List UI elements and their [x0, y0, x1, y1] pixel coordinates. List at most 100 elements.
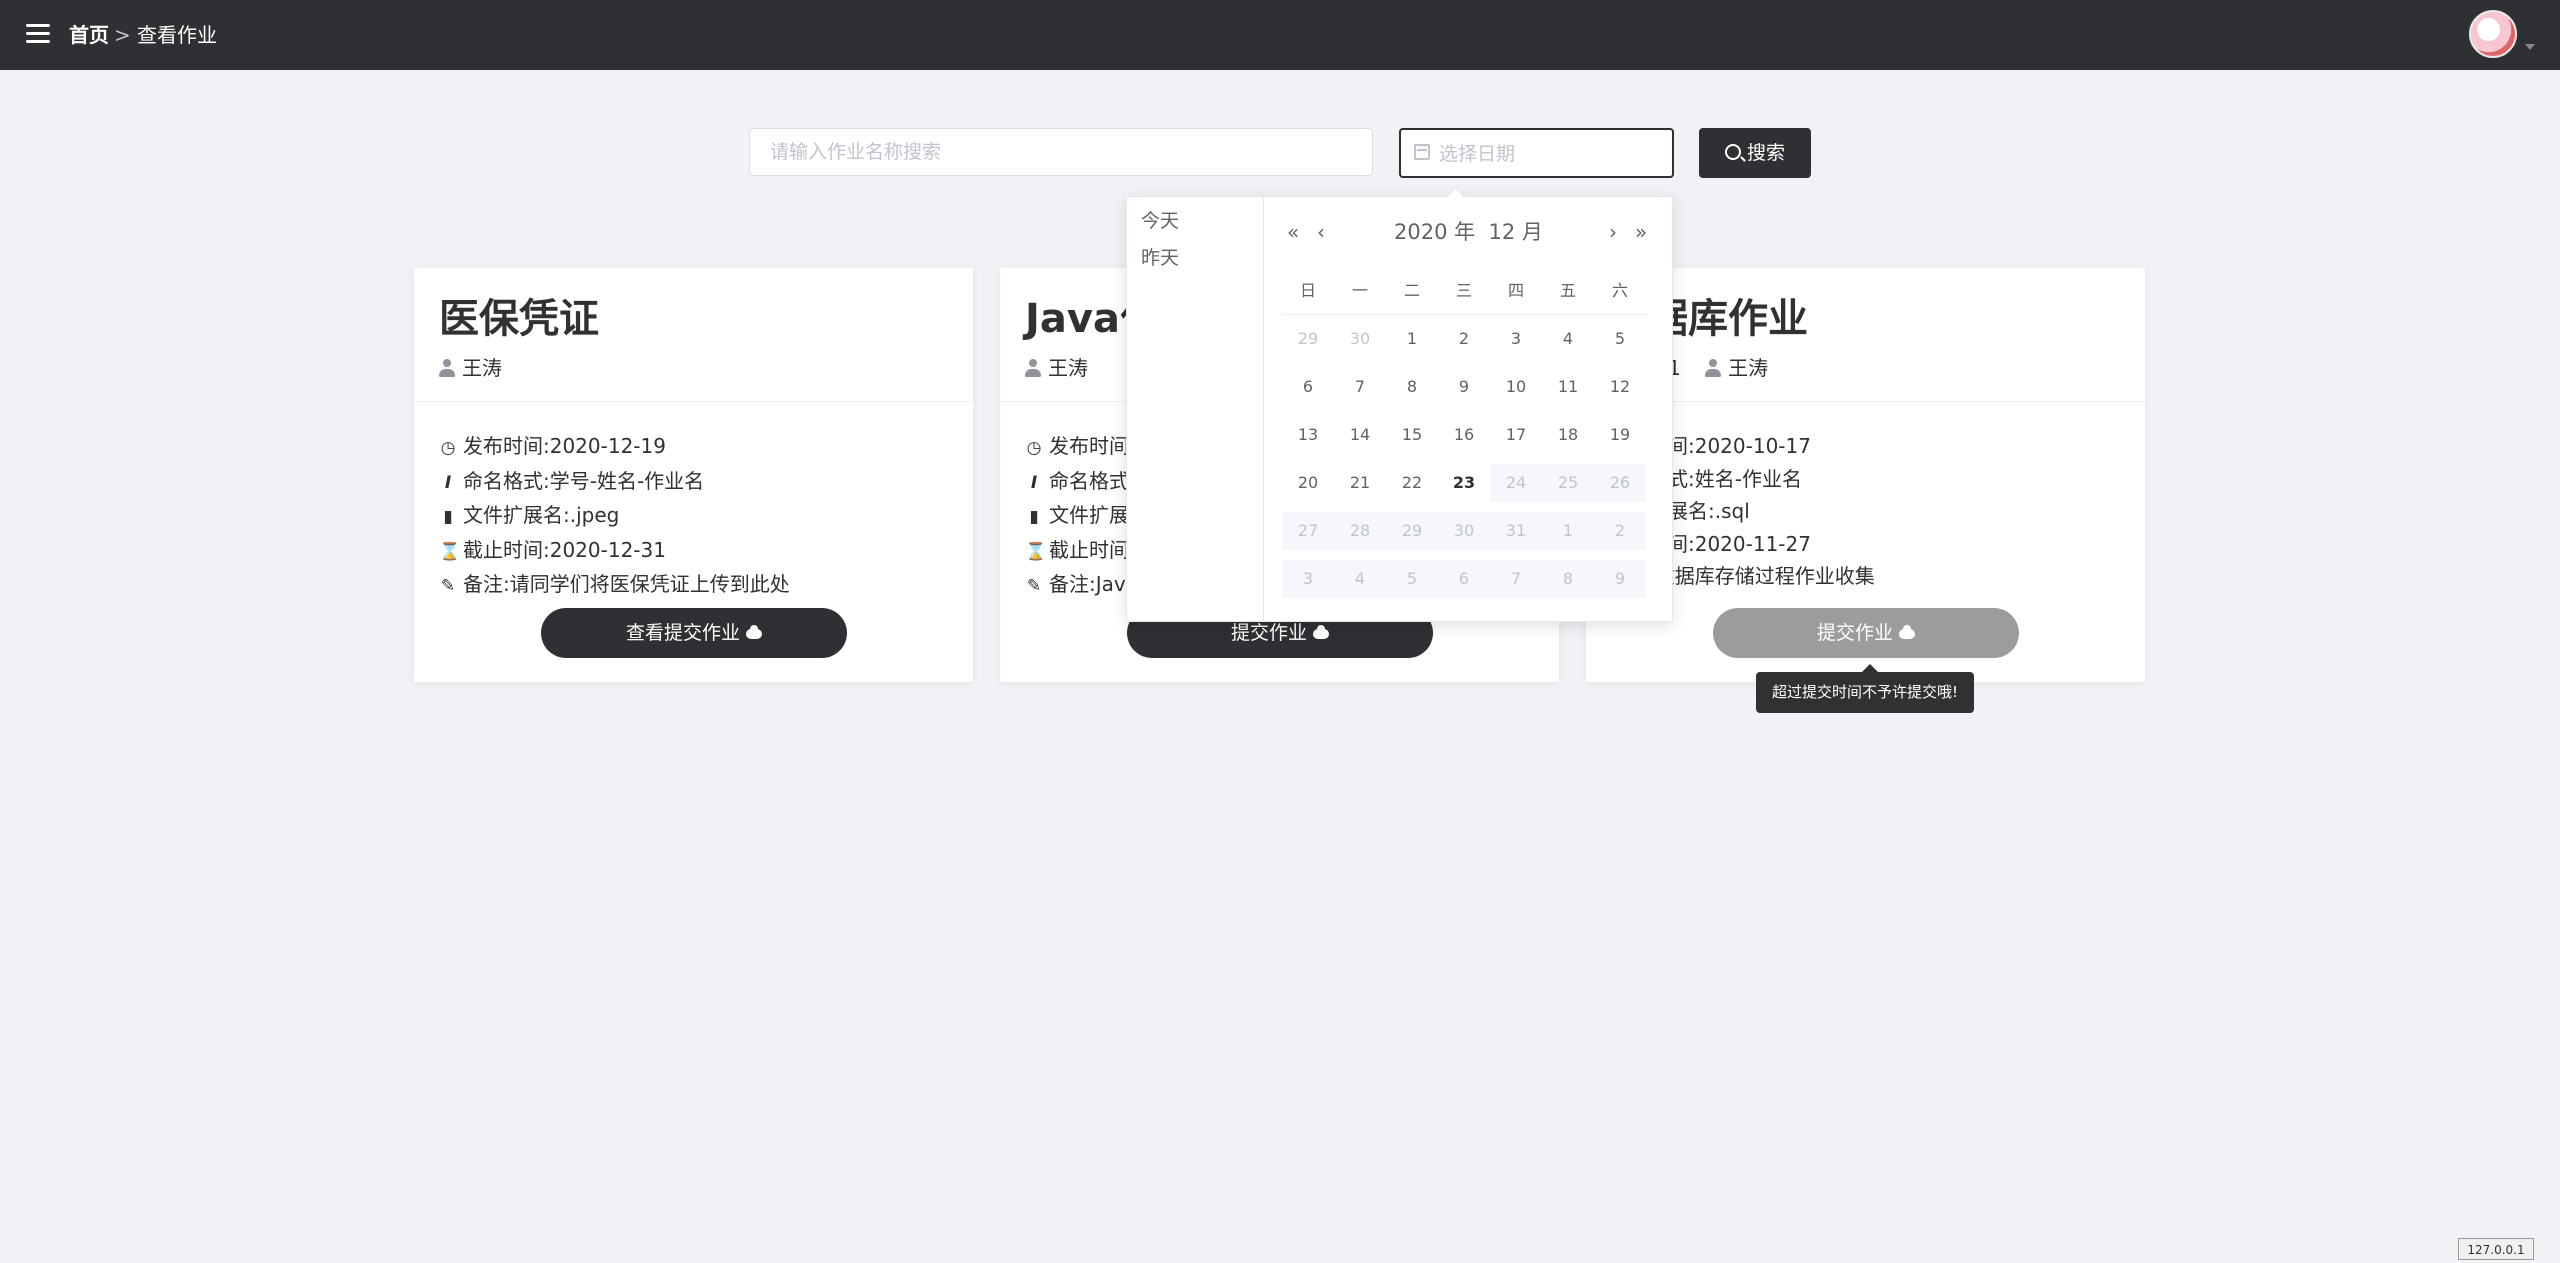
calendar-day: 1	[1542, 512, 1594, 550]
submit-homework-button-disabled[interactable]: 提交作业	[1713, 608, 2019, 658]
shortcut-today[interactable]: 今天	[1141, 209, 1179, 233]
italic-icon: I	[444, 472, 452, 493]
deadline-text: 截止时间	[1049, 537, 1129, 562]
calendar-day[interactable]: 8	[1386, 368, 1438, 406]
calendar-day: 28	[1334, 512, 1386, 550]
search-button-label: 搜索	[1746, 142, 1785, 164]
weekday-divider	[1282, 314, 1648, 315]
cloud-upload-icon	[1899, 625, 1915, 639]
calendar-day[interactable]: 7	[1334, 368, 1386, 406]
calendar-day: 31	[1490, 512, 1542, 550]
card-header: 医保凭证 王涛	[414, 268, 973, 402]
calendar-day: 4	[1334, 560, 1386, 598]
naming-format: I 命名格式:学号-姓名-作业名	[439, 465, 790, 500]
calendar-day[interactable]: 2	[1438, 320, 1490, 358]
prev-month-icon[interactable]: ‹	[1317, 217, 1325, 247]
file-extension-text: 文件扩展名:.jpeg	[463, 503, 620, 527]
file-extension: ▮ 文件扩展名:.jpeg	[439, 499, 790, 534]
publish-time-text: 发布时间:2020-12-19	[463, 434, 666, 458]
file-icon: ▮	[1029, 507, 1039, 527]
calendar-day[interactable]: 3	[1490, 320, 1542, 358]
calendar-day[interactable]: 6	[1282, 368, 1334, 406]
weekday-label: 四	[1507, 281, 1524, 300]
calendar-day[interactable]: 14	[1334, 416, 1386, 454]
status-badge: 127.0.0.1	[2458, 1238, 2534, 1260]
user-edit-icon	[1705, 359, 1722, 377]
file-extension-text: 文件扩展	[1049, 503, 1129, 527]
month-label[interactable]: 12 月	[1489, 220, 1543, 244]
calendar-day[interactable]: 1	[1386, 320, 1438, 358]
card-authors: 王涛	[1025, 354, 1106, 382]
author: 王涛	[1025, 356, 1088, 380]
file-extension: ▮ 文件扩展	[1025, 499, 1129, 534]
calendar-day[interactable]: 16	[1438, 416, 1490, 454]
calendar-day-today[interactable]: 23	[1438, 464, 1490, 502]
calendar-day[interactable]: 22	[1386, 464, 1438, 502]
date-shortcuts: 今天 昨天	[1127, 197, 1264, 621]
calendar-day[interactable]: 12	[1594, 368, 1646, 406]
calendar-day: 8	[1542, 560, 1594, 598]
deadline-tooltip: 超过提交时间不予许提交哦!	[1756, 664, 1974, 713]
calendar-day: 5	[1386, 560, 1438, 598]
calendar-day[interactable]: 10	[1490, 368, 1542, 406]
shortcut-yesterday[interactable]: 昨天	[1141, 246, 1179, 270]
calendar-day[interactable]: 4	[1542, 320, 1594, 358]
breadcrumb-current: 查看作业	[137, 23, 217, 47]
calendar-day[interactable]: 15	[1386, 416, 1438, 454]
button-label: 查看提交作业	[625, 622, 740, 644]
search-icon	[1724, 144, 1741, 160]
top-bar: 首页 > 查看作业	[0, 0, 2560, 70]
card-info: 时间:2020-10-17 格式:姓名-作业名 扩展名:.sql 时间:2020…	[1648, 430, 1875, 593]
calendar-day[interactable]: 29	[1282, 320, 1334, 358]
calendar-day: 25	[1542, 464, 1594, 502]
naming-format-text: 命名格式:学号-姓名-作业名	[463, 468, 705, 493]
calendar-day[interactable]: 20	[1282, 464, 1334, 502]
remark-text: 备注:请同学们将医保凭证上传到此处	[463, 572, 790, 596]
search-input[interactable]	[749, 128, 1373, 176]
date-input[interactable]	[1437, 130, 1661, 178]
calendar-day[interactable]: 11	[1542, 368, 1594, 406]
deadline: 时间:2020-11-27	[1648, 528, 1875, 561]
calendar-day: 9	[1594, 560, 1646, 598]
calendar-day[interactable]: 5	[1594, 320, 1646, 358]
author-name: 王涛	[462, 356, 502, 380]
card-title: 医保凭证	[439, 296, 599, 342]
avatar[interactable]	[2469, 10, 2517, 58]
search-button[interactable]: 搜索	[1699, 128, 1811, 178]
date-picker-field[interactable]	[1399, 128, 1674, 178]
calendar-day[interactable]: 21	[1334, 464, 1386, 502]
view-submissions-button[interactable]: 查看提交作业	[541, 608, 847, 658]
calendar-day[interactable]: 19	[1594, 416, 1646, 454]
breadcrumb-home[interactable]: 首页	[69, 22, 109, 48]
next-year-icon[interactable]: »	[1635, 217, 1647, 247]
author-name: 王涛	[1728, 356, 1769, 380]
card-authors: 王涛	[439, 354, 520, 382]
author-name: 王涛	[1048, 356, 1088, 380]
calendar-day: 27	[1282, 512, 1334, 550]
year-label[interactable]: 2020 年	[1394, 220, 1475, 244]
calendar-day[interactable]: 30	[1334, 320, 1386, 358]
calendar-day: 3	[1282, 560, 1334, 598]
prev-year-icon[interactable]: «	[1287, 217, 1299, 247]
picker-header: 2020 年 12 月 « ‹ › »	[1263, 217, 1674, 247]
menu-toggle-icon[interactable]	[26, 24, 50, 44]
calendar-day[interactable]: 9	[1438, 368, 1490, 406]
clock-icon: ◷	[1026, 438, 1042, 458]
calendar-day[interactable]: 17	[1490, 416, 1542, 454]
calendar-day[interactable]: 18	[1542, 416, 1594, 454]
calendar-day: 2	[1594, 512, 1646, 550]
author: 王涛	[439, 356, 502, 380]
calendar-day: 6	[1438, 560, 1490, 598]
user-icon	[439, 359, 455, 377]
hourglass-icon: ⌛	[439, 541, 461, 562]
publish-time: ◷ 发布时间:2020-12-19	[439, 430, 790, 465]
chevron-down-icon[interactable]	[2525, 44, 2535, 50]
homework-card: 医保凭证 王涛 ◷ 发布时间:2020-12-19 I 命名格式:学号-姓名-作业名…	[414, 268, 973, 682]
next-month-icon[interactable]: ›	[1609, 217, 1617, 247]
weekday-label: 二	[1403, 281, 1420, 300]
file-extension: 扩展名:.sql	[1648, 495, 1875, 528]
calendar-day[interactable]: 13	[1282, 416, 1334, 454]
card-info: ◷ 发布时间:2020-12-19 I 命名格式:学号-姓名-作业名 ▮ 文件扩展名:…	[439, 430, 790, 603]
naming-format: I 命名格式	[1025, 465, 1129, 500]
publish-time-text: 发布时间	[1049, 434, 1129, 458]
